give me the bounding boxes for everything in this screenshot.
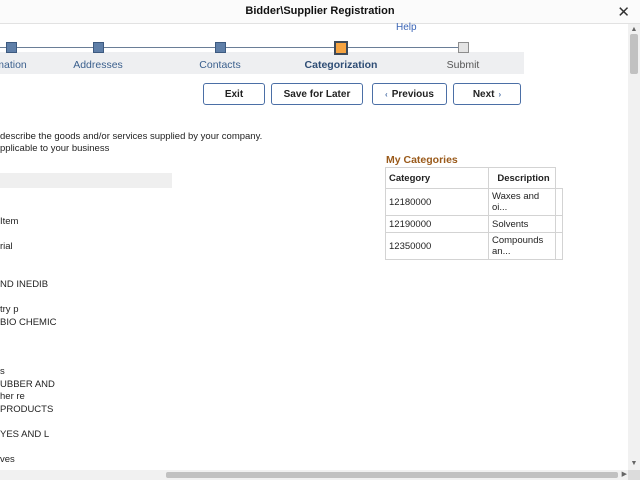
instructions: describe the goods and/or services suppl…	[0, 131, 262, 154]
category-description: Compounds an...	[488, 232, 556, 260]
category-search-header	[0, 173, 172, 188]
previous-button[interactable]: ‹ Previous	[372, 83, 447, 105]
table-row[interactable]: 12190000 Solvents	[385, 215, 563, 233]
category-code: 12350000	[385, 232, 489, 260]
step-submit[interactable]: Submit	[408, 36, 518, 74]
step-marker-icon	[6, 42, 17, 53]
title-bar: Bidder\Supplier Registration ✕	[0, 0, 640, 24]
horizontal-scrollbar[interactable]: ▶	[0, 470, 628, 480]
exit-button-label: Exit	[224, 88, 244, 100]
category-tree-item[interactable]: s	[0, 366, 5, 377]
chevron-left-icon: ‹	[385, 89, 388, 99]
category-code: 12180000	[385, 188, 489, 216]
category-tree-item[interactable]: BIO CHEMIC	[0, 317, 56, 328]
exit-button[interactable]: Exit	[203, 83, 265, 105]
category-description: Waxes and oi...	[488, 188, 556, 216]
save-for-later-label: Save for Later	[283, 88, 351, 100]
table-header-row: Category Description	[385, 167, 563, 189]
step-label: Contacts	[199, 59, 241, 71]
step-marker-icon	[458, 42, 469, 53]
table-edge	[555, 167, 563, 189]
my-categories-title: My Categories	[386, 154, 458, 166]
scroll-right-icon[interactable]: ▶	[622, 470, 627, 480]
registration-stepper: mation Addresses Contacts Categorization…	[0, 36, 524, 74]
step-label: Submit	[446, 59, 480, 71]
save-for-later-button[interactable]: Save for Later	[271, 83, 363, 105]
category-tree-item[interactable]: ND INEDIB	[0, 279, 48, 290]
horizontal-scroll-thumb[interactable]	[166, 472, 618, 478]
category-code: 12190000	[385, 215, 489, 233]
category-tree-item[interactable]: try p	[0, 304, 18, 315]
my-categories-table: Category Description 12180000 Waxes and …	[385, 167, 563, 260]
help-link[interactable]: Help	[396, 22, 417, 33]
category-tree-item[interactable]: PRODUCTS	[0, 404, 53, 415]
instructions-line-1: describe the goods and/or services suppl…	[0, 131, 263, 142]
category-tree-item[interactable]: YES AND L	[0, 429, 49, 440]
category-tree-item[interactable]: her re	[0, 391, 25, 402]
column-header-description: Description	[488, 167, 556, 189]
category-tree-item[interactable]: rial	[0, 241, 13, 252]
instructions-line-2: pplicable to your business	[0, 142, 110, 154]
step-addresses[interactable]: Addresses	[43, 36, 153, 74]
scrollbar-corner	[628, 470, 640, 480]
next-button-label: Next	[472, 88, 495, 100]
category-tree-item[interactable]: UBBER AND	[0, 379, 55, 390]
chevron-right-icon: ›	[498, 89, 502, 99]
category-tree-item[interactable]: ves	[0, 454, 15, 465]
window-title: Bidder\Supplier Registration	[245, 5, 395, 17]
table-row[interactable]: 12180000 Waxes and oi...	[385, 188, 563, 216]
step-contacts[interactable]: Contacts	[165, 36, 275, 74]
category-tree-item[interactable]: Item	[0, 216, 18, 227]
vertical-scroll-thumb[interactable]	[630, 34, 638, 74]
step-categorization[interactable]: Categorization	[286, 36, 396, 74]
step-marker-icon	[93, 42, 104, 53]
table-edge	[555, 215, 563, 233]
previous-button-label: Previous	[391, 88, 434, 100]
step-label: Categorization	[304, 59, 378, 71]
close-icon[interactable]: ✕	[617, 3, 630, 21]
column-header-category: Category	[385, 167, 489, 189]
vertical-scrollbar[interactable]: ▲ ▼	[628, 24, 640, 470]
category-description: Solvents	[488, 215, 556, 233]
table-edge	[555, 232, 563, 260]
step-marker-icon	[215, 42, 226, 53]
step-marker-icon	[334, 41, 348, 55]
scroll-down-icon[interactable]: ▼	[628, 458, 640, 470]
next-button[interactable]: Next ›	[453, 83, 521, 105]
table-edge	[555, 188, 563, 216]
table-row[interactable]: 12350000 Compounds an...	[385, 232, 563, 260]
step-label: Addresses	[73, 59, 123, 71]
